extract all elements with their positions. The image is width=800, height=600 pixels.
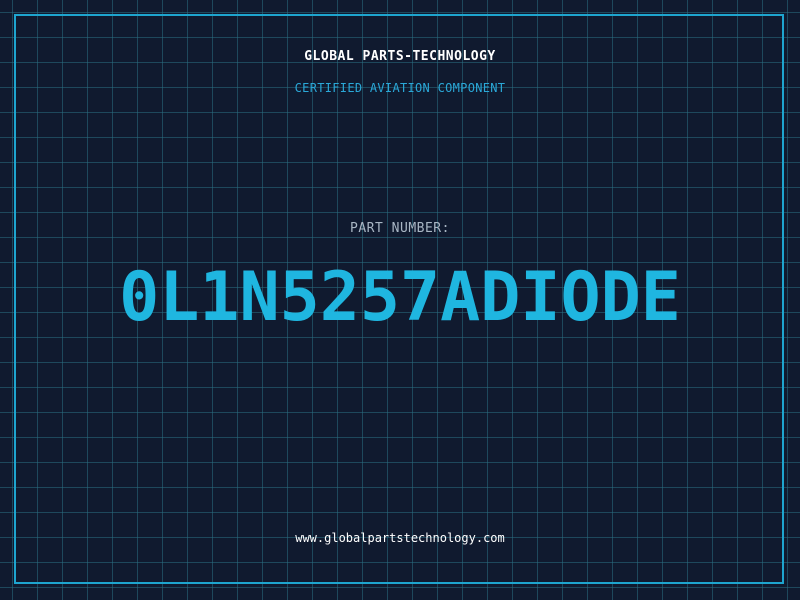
- part-number-value: 0L1N5257ADIODE: [119, 258, 681, 337]
- certification-subtitle: CERTIFIED AVIATION COMPONENT: [294, 81, 506, 95]
- part-number-label: PART NUMBER:: [350, 221, 450, 236]
- part-label-card: GLOBAL PARTS-TECHNOLOGY CERTIFIED AVIATI…: [0, 0, 800, 600]
- company-name: GLOBAL PARTS-TECHNOLOGY: [304, 49, 496, 64]
- website-url: www.globalpartstechnology.com: [295, 531, 505, 545]
